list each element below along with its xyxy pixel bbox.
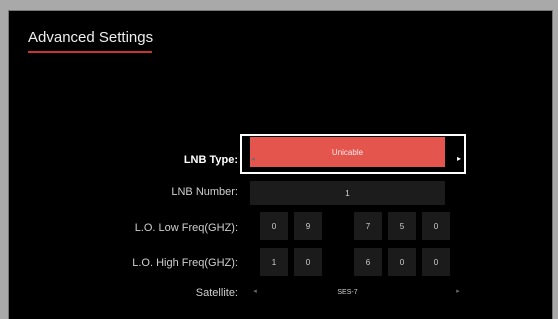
- lnb-number-field[interactable]: 1: [250, 181, 445, 205]
- lo-low-digit-2[interactable]: 9: [294, 212, 322, 240]
- lo-high-digit-4[interactable]: 0: [388, 248, 416, 276]
- lnb-type-value: Unicable: [331, 147, 364, 157]
- lnb-number-value: 1: [345, 188, 350, 198]
- lo-high-digit-3[interactable]: 6: [354, 248, 382, 276]
- lnb-type-label: LNB Type:: [183, 154, 238, 166]
- lnb-type-selector[interactable]: Unicable: [250, 137, 445, 167]
- page-title: Advanced Settings: [28, 29, 154, 46]
- lo-high-digit-1[interactable]: 1: [260, 248, 288, 276]
- chevron-right-icon[interactable]: ▸: [454, 153, 464, 165]
- satellite-value: SES-7: [337, 288, 358, 296]
- lo-low-digit-4[interactable]: 5: [388, 212, 416, 240]
- lo-low-digit-5[interactable]: 0: [422, 212, 450, 240]
- satellite-right-arrow-icon[interactable]: ▸: [453, 286, 463, 298]
- lo-high-freq-label: L.O. High Freq(GHZ):: [132, 257, 238, 269]
- lo-low-freq-label: L.O. Low Freq(GHZ):: [134, 222, 238, 234]
- lo-low-digit-3[interactable]: 7: [354, 212, 382, 240]
- lnb-number-label: LNB Number:: [171, 186, 238, 198]
- satellite-label: Satellite:: [195, 287, 238, 299]
- lo-high-digit-5[interactable]: 0: [422, 248, 450, 276]
- chevron-left-icon[interactable]: ◂: [248, 154, 258, 166]
- satellite-selector[interactable]: SES-7: [250, 284, 445, 300]
- title-underline: [28, 51, 152, 53]
- lo-high-digit-2[interactable]: 0: [294, 248, 322, 276]
- lo-low-digit-1[interactable]: 0: [260, 212, 288, 240]
